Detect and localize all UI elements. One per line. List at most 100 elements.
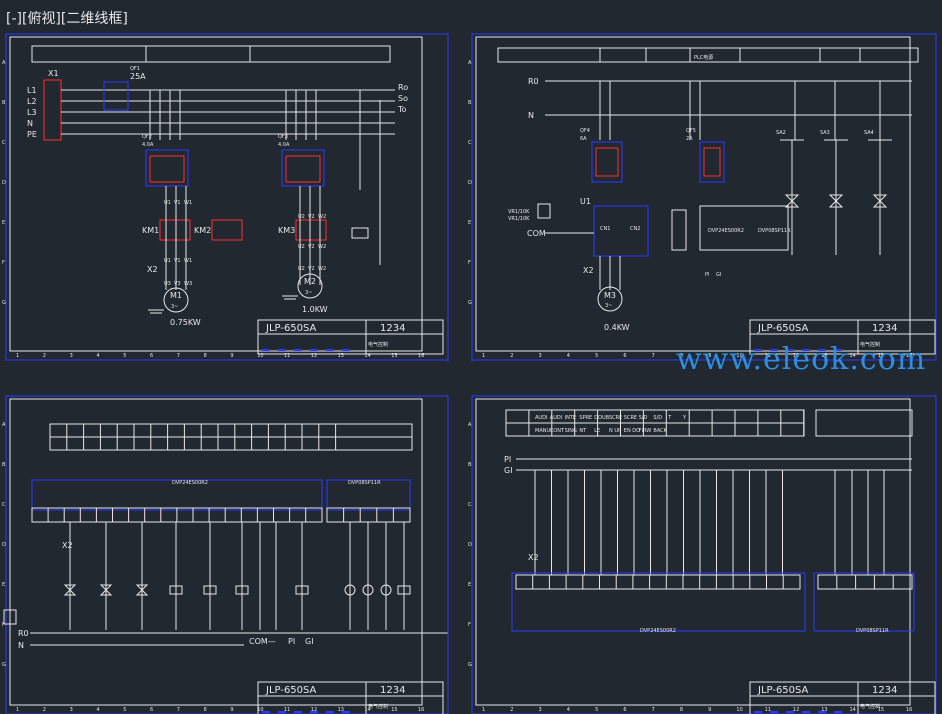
output-label: To [397,105,407,114]
qf4-rating: 6A [580,136,587,142]
title-block-model: JLP-650SA [265,685,317,696]
wire-label: U1 [164,258,171,264]
rail-r0: R0 [528,77,539,86]
grid-number: 2 [43,353,46,359]
grid-number: 6 [150,353,153,359]
header-cell: N UP [609,428,621,434]
phase-label: L3 [27,108,37,117]
title-block-desc: 电气控制 [368,703,388,710]
motor-m2-name: M2 [304,277,316,286]
grid-letter: C [2,502,6,508]
com-label: COM [527,229,546,238]
wire-label: V3 [174,281,181,287]
inverter-u1: U1 [580,197,591,206]
grid-letter: D [468,542,472,548]
cn1-label: CN1 [600,226,610,232]
box [149,155,185,183]
plc-label: DVP24ES00R2 [172,480,208,486]
header-cell: SING [565,428,577,434]
grid-number: 9 [230,353,233,359]
wire-label: W3 [184,281,192,287]
cn2-label: CN2 [630,226,640,232]
wire-label: U3 [164,281,171,287]
grid-letter: E [2,582,5,588]
box [211,219,243,241]
sheet-bottom-left: ABCDEFG1 2 3 4 5 6 7 8 9 10 11 12 13 14 15 16DVP24ES00R… [2,395,449,714]
header-cell: AUDI [535,415,547,421]
title-block-code: 1234 [872,323,897,334]
plc-label: DVP08SP11R [348,480,381,486]
rail-gi: GI [504,466,513,475]
grid-number: 4 [96,353,99,359]
breaker-rating: 4.0A [278,142,290,148]
title-block-model: JLP-650SA [757,323,809,334]
grid-letter: F [2,260,5,266]
wire-label: V2 [308,266,315,272]
terminal-x2-d: X2 [528,553,539,562]
plc-label: DVP08SP11R [856,628,889,634]
title-block-model: JLP-650SA [265,323,317,334]
motor-m3-phase: 3~ [605,303,612,309]
box [475,36,911,352]
box [281,149,325,187]
bus-pi: PI [288,637,295,646]
header-cell: INTE [565,415,576,421]
header-cell: AUDI [550,415,562,421]
rail-n: N [528,111,534,120]
grid-letter: F [468,260,471,266]
box [471,395,937,714]
grid-letter: E [468,582,471,588]
grid-letter: E [468,220,471,226]
header-cell: NT [579,428,587,434]
grid-number: 3 [539,353,542,359]
header-cell: SCRE [624,415,637,421]
header-cell: SCRE [609,415,622,421]
grid-letter: A [468,60,472,66]
qf5-rating: 2A [686,136,693,142]
box [817,574,913,590]
grid-letter: A [468,422,472,428]
grid-letter: G [2,300,6,306]
box [515,574,801,590]
box [103,81,129,111]
box [5,395,449,714]
rail-n-b: N [18,641,24,650]
breaker-rating: 4.0A [142,142,154,148]
wire-label: U2 [298,214,305,220]
contactor-km2: KM2 [194,226,211,235]
grid-letter: G [468,300,472,306]
wire-label: U1 [164,200,171,206]
qf1-rating: 25A [130,72,146,81]
watermark-text: www.eleok.com [676,342,927,377]
pi-label: PI [705,272,710,278]
grid-number: 7 [177,707,180,713]
grid-letter: C [468,140,472,146]
wire-label: W1 [184,258,192,264]
grid-number: 6 [150,707,153,713]
terminal-x2-c: X2 [62,541,73,550]
rail-pi: PI [504,455,511,464]
header-cell: Y [682,415,687,421]
box [43,79,62,141]
plc-outline-3 [511,572,806,632]
grid-number: 9 [708,707,711,713]
wire-label: V2 [308,244,315,250]
grid-number: 1 [16,353,19,359]
header-cell: FIRW [639,428,652,434]
box [145,149,189,187]
grid-number: 14 [849,707,855,713]
grid-number: 8 [204,707,207,713]
header-cell: SPRE [579,415,592,421]
motor-m3-name: M3 [604,291,616,300]
contactor-km1: KM1 [142,226,159,235]
title-block-code: 1234 [380,323,405,334]
box [285,155,321,183]
box [5,33,449,361]
motor-m1-power: 0.75KW [170,318,201,327]
wire-label: V1 [174,200,181,206]
grid-letter: G [2,662,6,668]
box [815,409,913,437]
output-label: Ro [398,83,408,92]
terminal-x2: X2 [147,265,158,274]
sheet-bottom-right: ABCDEFG1 2 3 4 5 6 7 8 9 10 11 12 13 14 15 16AUDI AUDI IN… [468,395,937,714]
